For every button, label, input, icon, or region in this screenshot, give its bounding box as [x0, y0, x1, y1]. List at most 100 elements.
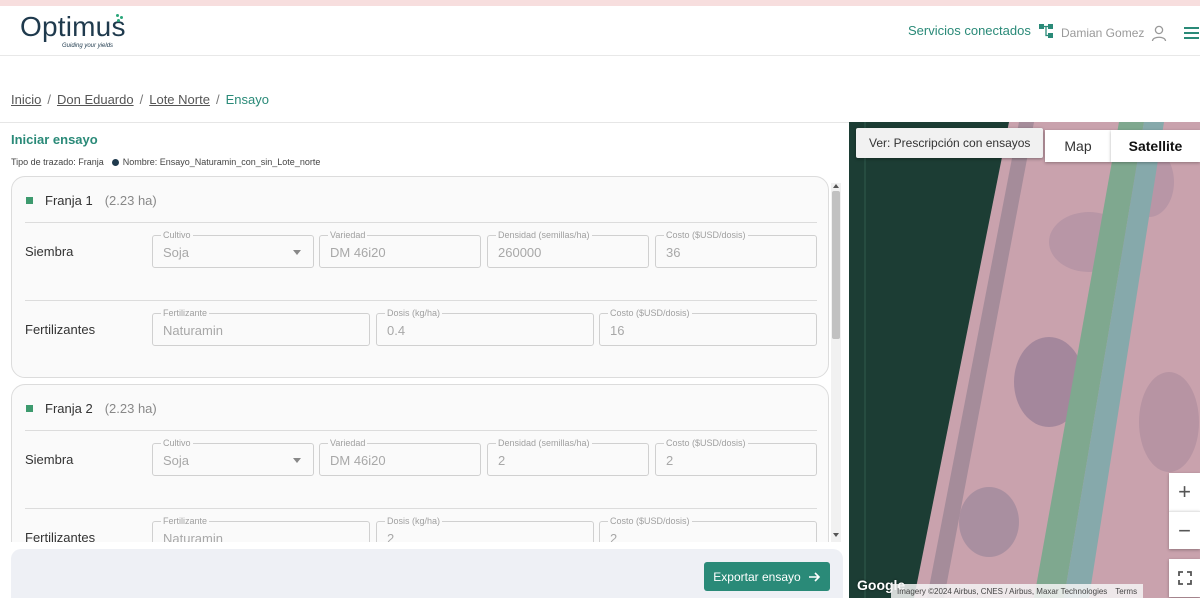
densidad-field[interactable]: Densidad (semillas/ha) 2	[487, 437, 649, 476]
franja-area: (2.23 ha)	[104, 193, 157, 208]
breadcrumb-current: Ensayo	[225, 92, 269, 107]
attribution-text: Imagery ©2024 Airbus, CNES / Airbus, Max…	[897, 586, 1108, 596]
arrow-right-icon	[808, 571, 820, 582]
export-label: Exportar ensayo	[713, 569, 801, 584]
costo-value: 16	[610, 323, 625, 338]
trial-name: Nombre: Ensayo_Naturamin_con_sin_Lote_no…	[122, 157, 321, 167]
cultivo-label: Cultivo	[161, 229, 193, 241]
trial-meta: Tipo de trazado: Franja Nombre: Ensayo_N…	[11, 157, 320, 167]
breadcrumb-separator: /	[139, 92, 144, 107]
franja-color-marker	[26, 197, 33, 204]
franja-card: Franja 1 (2.23 ha) Siembra Cultivo Soja …	[11, 176, 829, 378]
franjas-list[interactable]: Franja 1 (2.23 ha) Siembra Cultivo Soja …	[11, 176, 843, 542]
costo-label: Costo ($USD/dosis)	[608, 515, 692, 527]
siembra-label: Siembra	[25, 452, 74, 467]
dosis-field[interactable]: Dosis (kg/ha) 0.4	[376, 307, 594, 346]
variedad-field[interactable]: Variedad DM 46i20	[319, 229, 481, 268]
breadcrumb-don-eduardo[interactable]: Don Eduardo	[57, 92, 134, 107]
costo-value: 2	[610, 531, 618, 542]
chevron-down-icon	[293, 458, 301, 463]
trial-dot-icon	[111, 158, 119, 166]
zoom-out-button[interactable]: −	[1169, 511, 1200, 549]
scroll-up-icon[interactable]	[833, 184, 839, 188]
siembra-label: Siembra	[25, 244, 74, 259]
fertilizante-label: Fertilizante	[161, 307, 210, 319]
fullscreen-icon	[1177, 571, 1192, 585]
map-type-satellite[interactable]: Satellite	[1111, 130, 1200, 162]
breadcrumb: Inicio / Don Eduardo / Lote Norte / Ensa…	[11, 92, 269, 107]
connected-services-label: Servicios conectados	[908, 23, 1031, 38]
fertilizante-field[interactable]: Fertilizante Naturamin	[152, 515, 370, 542]
header-divider	[0, 122, 849, 123]
fertilizantes-label: Fertilizantes	[25, 530, 96, 542]
costo-label: Costo ($USD/dosis)	[664, 229, 748, 241]
fertilizante-value: Naturamin	[163, 323, 223, 338]
dosis-value: 2	[387, 531, 395, 542]
variedad-label: Variedad	[328, 229, 368, 241]
costo-value: 2	[666, 453, 674, 468]
costo-siembra-field[interactable]: Costo ($USD/dosis) 2	[655, 437, 817, 476]
card-divider	[25, 222, 817, 223]
franja-header: Franja 1 (2.23 ha)	[26, 193, 157, 208]
franja-color-marker	[26, 405, 33, 412]
breadcrumb-inicio[interactable]: Inicio	[11, 92, 41, 107]
terms-link[interactable]: Terms	[1115, 587, 1137, 596]
view-prescription-label: Ver: Prescripción con ensayos	[869, 136, 1031, 150]
franja-header: Franja 2 (2.23 ha)	[26, 401, 157, 416]
variedad-value: DM 46i20	[330, 453, 386, 468]
user-icon	[1152, 25, 1167, 42]
variedad-field[interactable]: Variedad DM 46i20	[319, 437, 481, 476]
fertilizante-field[interactable]: Fertilizante Naturamin	[152, 307, 370, 346]
map-type-map[interactable]: Map	[1045, 130, 1111, 162]
franja-area: (2.23 ha)	[104, 401, 157, 416]
cultivo-select[interactable]: Cultivo Soja	[152, 437, 314, 476]
map-type-map-label: Map	[1064, 138, 1092, 154]
franja-name: Franja 2	[45, 401, 93, 416]
costo-label: Costo ($USD/dosis)	[608, 307, 692, 319]
costo-fert-field[interactable]: Costo ($USD/dosis) 16	[599, 307, 817, 346]
optimus-logo[interactable]: Optimus Guiding your yields	[20, 11, 126, 50]
connected-services-link[interactable]: Servicios conectados	[908, 23, 1053, 38]
fertilizante-label: Fertilizante	[161, 515, 210, 527]
densidad-label: Densidad (semillas/ha)	[496, 229, 592, 241]
zoom-in-button[interactable]: +	[1169, 473, 1200, 511]
fertilizantes-label: Fertilizantes	[25, 322, 96, 337]
dosis-field[interactable]: Dosis (kg/ha) 2	[376, 515, 594, 542]
cultivo-value: Soja	[163, 453, 190, 468]
dosis-value: 0.4	[387, 323, 406, 338]
breadcrumb-lote-norte[interactable]: Lote Norte	[149, 92, 210, 107]
fullscreen-button[interactable]	[1169, 559, 1200, 597]
densidad-value: 2	[498, 453, 506, 468]
dosis-label: Dosis (kg/ha)	[385, 515, 443, 527]
map-type-satellite-label: Satellite	[1128, 138, 1183, 154]
breadcrumb-separator: /	[47, 92, 51, 107]
satellite-imagery	[849, 122, 1200, 598]
logo-wordmark: Optimus	[20, 11, 126, 42]
variedad-label: Variedad	[328, 437, 368, 449]
export-trial-button[interactable]: Exportar ensayo	[704, 562, 830, 591]
list-scrollbar-thumb[interactable]	[832, 191, 840, 339]
user-name: Damian Gomez	[1061, 26, 1145, 40]
costo-siembra-field[interactable]: Costo ($USD/dosis) 36	[655, 229, 817, 268]
view-prescription-button[interactable]: Ver: Prescripción con ensayos	[856, 128, 1044, 158]
densidad-field[interactable]: Densidad (semillas/ha) 260000	[487, 229, 649, 268]
cultivo-label: Cultivo	[161, 437, 193, 449]
hamburger-icon[interactable]	[1184, 27, 1199, 41]
breadcrumb-separator: /	[215, 92, 220, 107]
franja-card: Franja 2 (2.23 ha) Siembra Cultivo Soja …	[11, 384, 829, 542]
user-menu[interactable]: Damian Gomez	[1061, 24, 1168, 42]
costo-fert-field[interactable]: Costo ($USD/dosis) 2	[599, 515, 817, 542]
franja-name: Franja 1	[45, 193, 93, 208]
page-title: Iniciar ensayo	[11, 132, 98, 147]
plus-icon: +	[1178, 479, 1191, 504]
logo-tagline: Guiding your yields	[62, 43, 114, 49]
cultivo-value: Soja	[163, 245, 190, 260]
variedad-value: DM 46i20	[330, 245, 386, 260]
satellite-map[interactable]: Ver: Prescripción con ensayos Map Satell…	[849, 122, 1200, 598]
card-divider	[25, 300, 817, 301]
cultivo-select[interactable]: Cultivo Soja	[152, 229, 314, 268]
app-header: Optimus Guiding your yields Servicios co…	[0, 6, 1200, 56]
scroll-down-icon[interactable]	[833, 533, 839, 537]
densidad-label: Densidad (semillas/ha)	[496, 437, 592, 449]
map-attribution: Imagery ©2024 Airbus, CNES / Airbus, Max…	[891, 584, 1144, 598]
